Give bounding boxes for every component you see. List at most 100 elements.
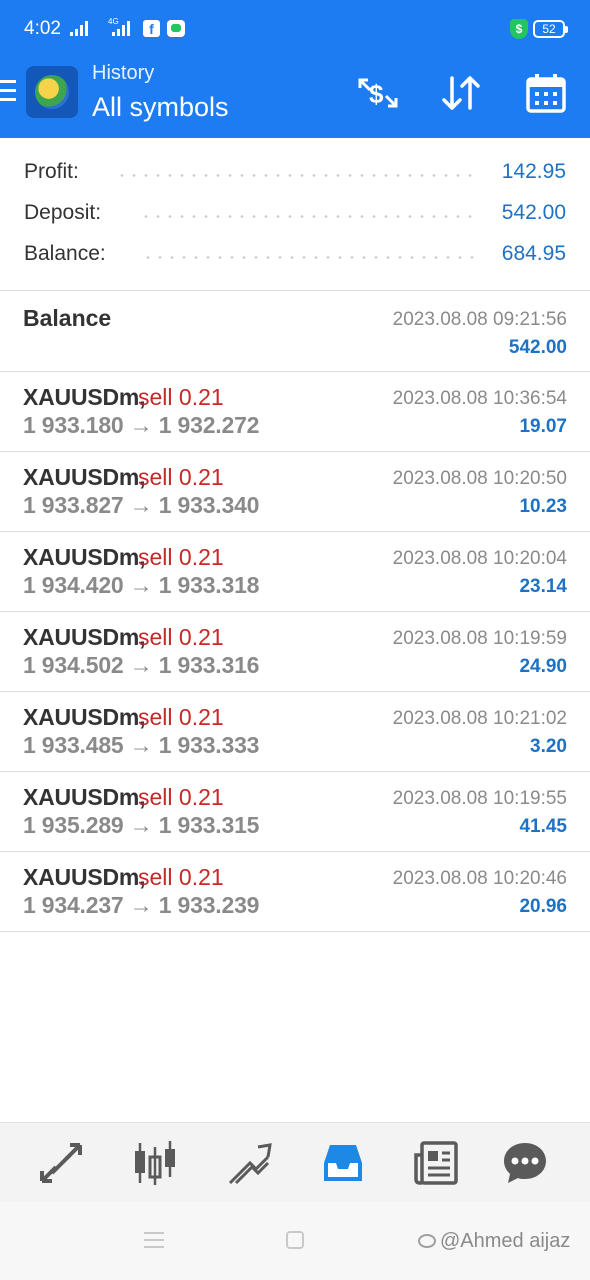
deal-prices: 1 933.827 → 1 933.340 [23, 492, 259, 519]
deal-time: 2023.08.08 10:20:46 [392, 868, 567, 889]
deal-profit: 3.20 [530, 736, 567, 757]
deal-symbol: XAUUSDm, [23, 624, 146, 650]
arrow-icon: → [129, 892, 153, 918]
summary-row-profit: Profit: 142.95 [0, 150, 590, 191]
news-icon[interactable] [412, 1139, 462, 1187]
deal-row[interactable]: XAUUSDm, sell 0.21 1 934.237 → 1 933.239… [0, 852, 590, 932]
close-price: 1 933.340 [158, 492, 260, 518]
app-logo [26, 66, 78, 118]
summary-row-balance: Balance: 684.95 [0, 232, 590, 273]
summary-row-deposit: Deposit: 542.00 [0, 191, 590, 232]
facebook-icon: f [143, 20, 160, 37]
chart-icon[interactable] [130, 1139, 180, 1187]
summary-panel: Profit: 142.95 Deposit: 542.00 Balance: … [0, 150, 590, 273]
deal-type: sell 0.21 [138, 704, 224, 730]
deal-type: sell 0.21 [138, 864, 224, 890]
status-time: 4:02 [24, 18, 61, 39]
deal-row[interactable]: XAUUSDm, sell 0.21 1 933.180 → 1 932.272… [0, 372, 590, 452]
deal-symbol: XAUUSDm, [23, 544, 146, 570]
balance-entry-title: Balance [23, 305, 112, 331]
deal-prices: 1 934.420 → 1 933.318 [23, 572, 259, 599]
deal-prices: 1 933.180 → 1 932.272 [23, 412, 259, 439]
messages-icon[interactable] [500, 1139, 550, 1187]
arrow-icon: → [129, 412, 153, 438]
deal-prices: 1 933.485 → 1 933.333 [23, 732, 259, 759]
app-bar: 4:02 4G f $ 52 History All symbols $ [0, 0, 590, 138]
balance-entry-amount: 542.00 [508, 337, 567, 358]
open-price: 1 933.180 [23, 412, 124, 438]
quotes-icon[interactable] [36, 1139, 86, 1187]
watermark-icon [418, 1234, 436, 1248]
deal-profit: 20.96 [519, 896, 567, 917]
deal-time: 2023.08.08 10:19:59 [392, 628, 567, 649]
dotted-leader [142, 256, 478, 259]
open-price: 1 933.485 [23, 732, 124, 758]
watermark-text: @Ahmed aijaz [440, 1230, 571, 1252]
deal-symbol: XAUUSDm, [23, 784, 146, 810]
calendar-icon[interactable] [524, 72, 568, 114]
trade-icon[interactable] [224, 1139, 274, 1187]
deal-type: sell 0.21 [138, 384, 224, 410]
deal-row[interactable]: XAUUSDm, sell 0.21 1 934.502 → 1 933.316… [0, 612, 590, 692]
balance-entry-time: 2023.08.08 09:21:56 [392, 309, 567, 330]
open-price: 1 935.289 [23, 812, 124, 838]
deal-type: sell 0.21 [138, 624, 224, 650]
deal-type: sell 0.21 [138, 544, 224, 570]
deal-prices: 1 934.237 → 1 933.239 [23, 892, 259, 919]
deal-row[interactable]: XAUUSDm, sell 0.21 1 934.420 → 1 933.318… [0, 532, 590, 612]
arrow-icon: → [129, 492, 153, 518]
close-price: 1 932.272 [158, 412, 260, 438]
dotted-leader [140, 215, 478, 218]
close-price: 1 933.318 [158, 572, 260, 598]
battery-icon: 52 [533, 20, 568, 38]
deal-row[interactable]: XAUUSDm, sell 0.21 1 935.289 → 1 933.315… [0, 772, 590, 852]
open-price: 1 934.237 [23, 892, 124, 918]
balance-entry[interactable]: Balance 2023.08.08 09:21:56 542.00 [0, 291, 590, 372]
deal-profit: 10.23 [519, 496, 567, 517]
deal-time: 2023.08.08 10:21:02 [392, 708, 567, 729]
close-price: 1 933.315 [158, 812, 260, 838]
deal-row[interactable]: XAUUSDm, sell 0.21 1 933.827 → 1 933.340… [0, 452, 590, 532]
summary-label: Deposit: [24, 201, 102, 224]
close-price: 1 933.333 [158, 732, 260, 758]
deal-symbol: XAUUSDm, [23, 384, 146, 410]
summary-label: Profit: [24, 160, 79, 183]
deal-prices: 1 935.289 → 1 933.315 [23, 812, 259, 839]
currency-swap-icon[interactable]: $ [356, 72, 400, 114]
summary-value: 142.95 [501, 160, 566, 183]
recent-apps-button[interactable] [144, 1232, 164, 1248]
deal-profit: 19.07 [519, 416, 567, 437]
message-notification-icon [167, 20, 185, 37]
open-price: 1 934.502 [23, 652, 124, 678]
deal-symbol: XAUUSDm, [23, 464, 146, 490]
deal-time: 2023.08.08 10:20:04 [392, 548, 567, 569]
symbol-filter[interactable]: All symbols [92, 92, 229, 123]
deal-symbol: XAUUSDm, [23, 864, 146, 890]
close-price: 1 933.239 [158, 892, 260, 918]
close-price: 1 933.316 [158, 652, 260, 678]
menu-icon[interactable] [0, 80, 16, 102]
home-button[interactable] [286, 1231, 304, 1249]
deal-time: 2023.08.08 10:36:54 [392, 388, 567, 409]
deal-time: 2023.08.08 10:20:50 [392, 468, 567, 489]
deal-profit: 41.45 [519, 816, 567, 837]
shield-icon: $ [510, 19, 528, 39]
svg-text:$: $ [369, 79, 384, 109]
deal-profit: 23.14 [519, 576, 567, 597]
dotted-leader [116, 174, 478, 177]
arrow-icon: → [129, 652, 153, 678]
deal-profit: 24.90 [519, 656, 567, 677]
deal-row[interactable]: XAUUSDm, sell 0.21 1 933.485 → 1 933.333… [0, 692, 590, 772]
signal-icon [70, 20, 88, 36]
summary-label: Balance: [24, 242, 106, 265]
deal-time: 2023.08.08 10:19:55 [392, 788, 567, 809]
watermark: @Ahmed aijaz [418, 1230, 570, 1253]
deal-type: sell 0.21 [138, 464, 224, 490]
arrow-icon: → [129, 732, 153, 758]
deal-symbol: XAUUSDm, [23, 704, 146, 730]
open-price: 1 933.827 [23, 492, 124, 518]
summary-value: 542.00 [501, 201, 566, 224]
bottom-nav [0, 1122, 590, 1202]
history-icon[interactable] [318, 1139, 368, 1187]
sort-icon[interactable] [440, 72, 484, 114]
